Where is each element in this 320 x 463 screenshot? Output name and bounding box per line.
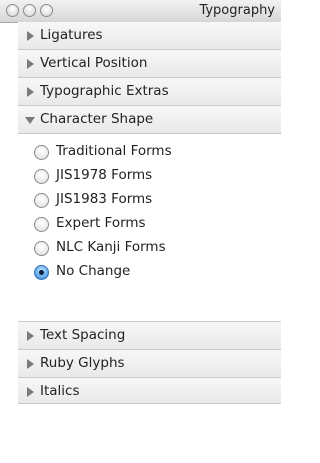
radio-label: NLC Kanji Forms <box>56 239 166 255</box>
disclosure-right-icon <box>27 359 34 369</box>
section-label: Ligatures <box>40 27 103 43</box>
section-italics[interactable]: Italics <box>18 378 281 404</box>
disclosure-down-icon <box>25 117 35 124</box>
disclosure-right-icon <box>27 59 34 69</box>
section-label: Typographic Extras <box>40 83 169 99</box>
window-title: Typography <box>199 3 275 18</box>
section-ruby-glyphs[interactable]: Ruby Glyphs <box>18 350 281 378</box>
radio-button[interactable] <box>34 169 49 184</box>
radio-jis1978-forms[interactable]: JIS1978 Forms <box>34 166 274 188</box>
section-label: Vertical Position <box>40 55 148 71</box>
section-typographic-extras[interactable]: Typographic Extras <box>18 78 281 106</box>
typography-panel: Ligatures Vertical Position Typographic … <box>18 22 281 463</box>
title-bar[interactable]: Typography <box>0 0 281 23</box>
section-label: Italics <box>40 383 80 399</box>
typography-window: Typography Ligatures Vertical Position T… <box>0 0 281 463</box>
section-label: Character Shape <box>40 111 154 127</box>
radio-expert-forms[interactable]: Expert Forms <box>34 214 274 236</box>
section-ligatures[interactable]: Ligatures <box>18 22 281 50</box>
disclosure-right-icon <box>27 87 34 97</box>
section-label: Text Spacing <box>40 327 126 343</box>
disclosure-right-icon <box>27 331 34 341</box>
disclosure-right-icon <box>27 31 34 41</box>
radio-traditional-forms[interactable]: Traditional Forms <box>34 142 274 164</box>
zoom-button[interactable] <box>40 4 53 17</box>
radio-label: JIS1978 Forms <box>56 167 153 183</box>
radio-button-selected[interactable] <box>34 265 49 280</box>
radio-label: Expert Forms <box>56 215 146 231</box>
radio-button[interactable] <box>34 193 49 208</box>
radio-button[interactable] <box>34 217 49 232</box>
radio-button[interactable] <box>34 241 49 256</box>
radio-nlc-kanji-forms[interactable]: NLC Kanji Forms <box>34 238 274 260</box>
minimize-button[interactable] <box>23 4 36 17</box>
radio-no-change[interactable]: No Change <box>34 262 274 284</box>
character-shape-options: Traditional Forms JIS1978 Forms JIS1983 … <box>18 134 281 322</box>
radio-label: JIS1983 Forms <box>56 191 153 207</box>
disclosure-right-icon <box>27 387 34 397</box>
section-character-shape[interactable]: Character Shape <box>18 106 281 134</box>
section-text-spacing[interactable]: Text Spacing <box>18 322 281 350</box>
close-button[interactable] <box>6 4 19 17</box>
section-label: Ruby Glyphs <box>40 355 125 371</box>
section-vertical-position[interactable]: Vertical Position <box>18 50 281 78</box>
radio-label: No Change <box>56 263 131 279</box>
radio-jis1983-forms[interactable]: JIS1983 Forms <box>34 190 274 212</box>
radio-button[interactable] <box>34 145 49 160</box>
radio-label: Traditional Forms <box>56 143 172 159</box>
